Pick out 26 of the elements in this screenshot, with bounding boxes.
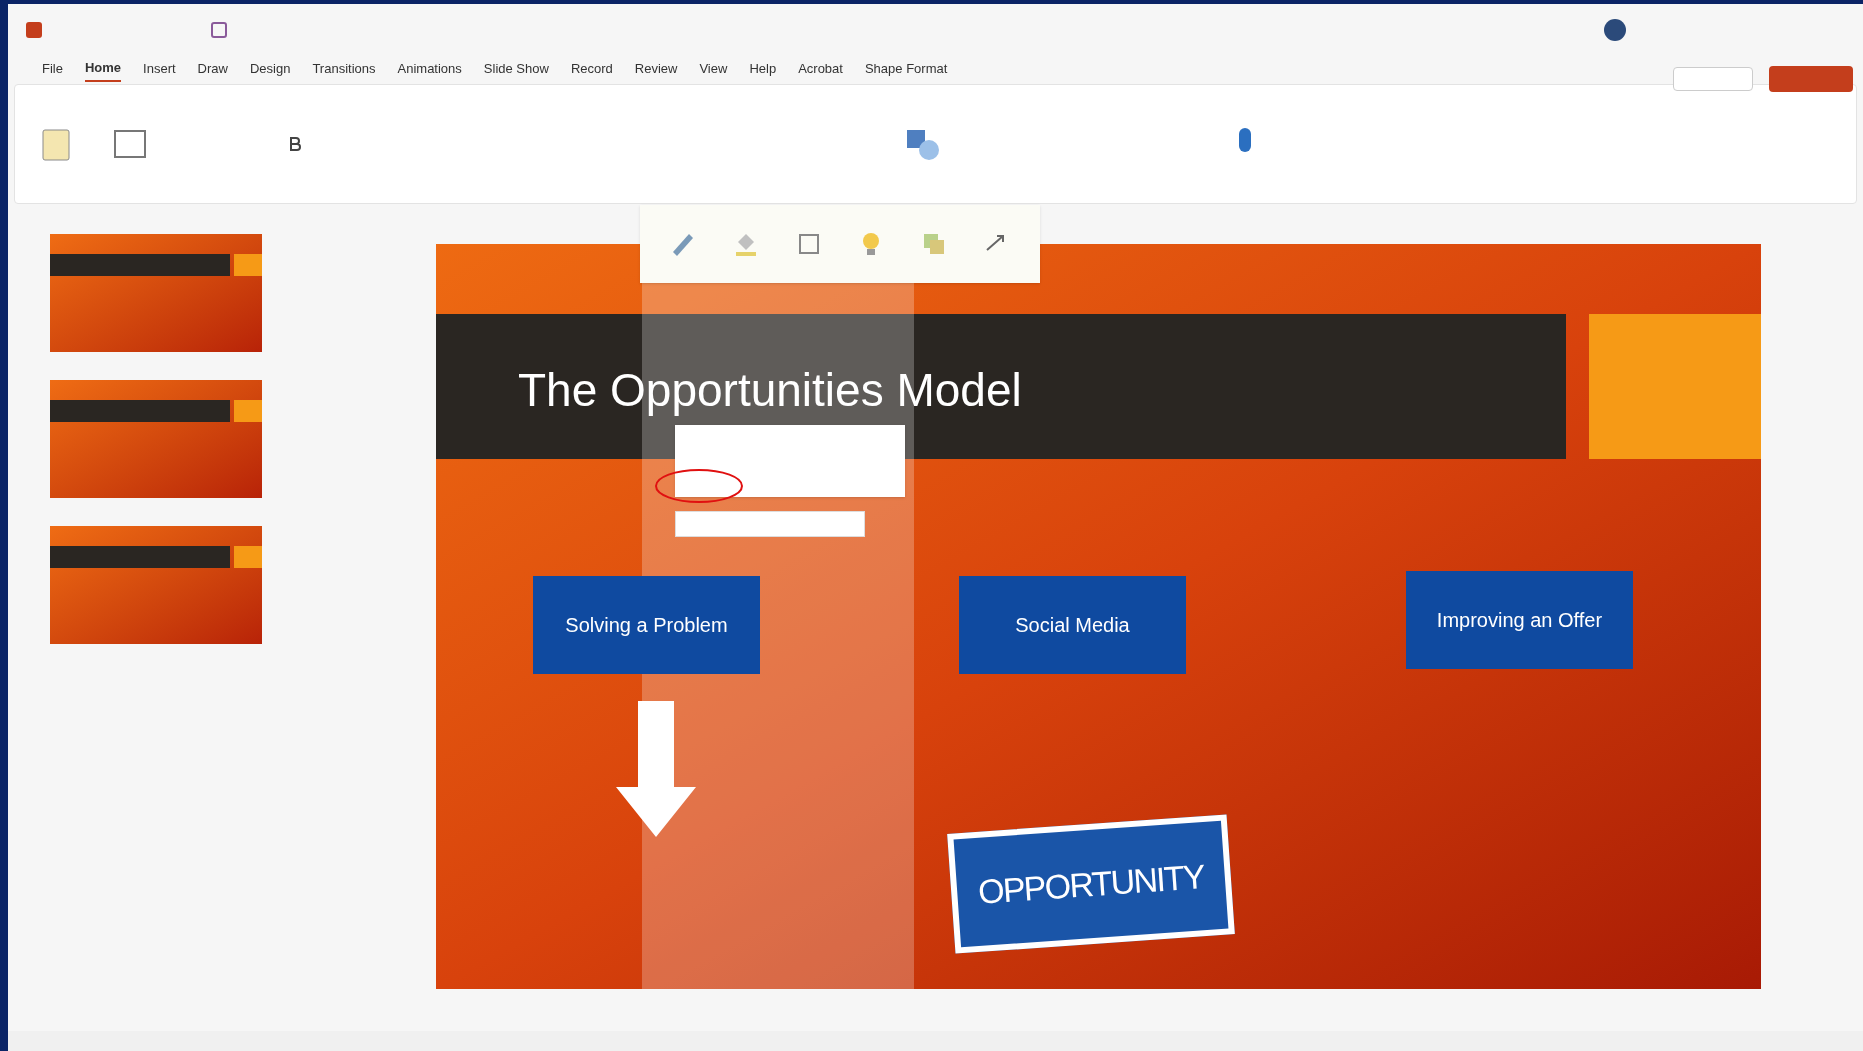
ribbon-tab[interactable]: Animations xyxy=(397,59,462,81)
slide-thumbnail[interactable] xyxy=(50,234,262,352)
slide-title: The Opportunities Model xyxy=(518,363,1022,418)
ribbon-tab[interactable]: Transitions xyxy=(312,59,376,81)
ribbon-tab[interactable]: Design xyxy=(249,59,291,81)
opportunity-stamp: OPPORTUNITY xyxy=(947,814,1235,954)
avatar-icon[interactable] xyxy=(1603,18,1627,42)
ribbon-tab[interactable]: View xyxy=(699,59,728,81)
ribbon-tab[interactable]: Record xyxy=(570,59,613,81)
text-box: Solving a Problem xyxy=(533,576,760,674)
ribbon-tab[interactable]: Insert xyxy=(143,59,176,81)
slide-thumbnail[interactable] xyxy=(50,526,262,644)
slide-thumbnail[interactable] xyxy=(50,380,262,498)
text-box: Social Media xyxy=(959,576,1186,674)
bold-icon[interactable] xyxy=(287,136,303,152)
ribbon-tab[interactable]: Draw xyxy=(197,59,228,81)
ribbon-tab[interactable]: Review xyxy=(634,59,678,81)
ribbon-tab[interactable]: Home xyxy=(84,58,122,82)
ribbon-tab[interactable]: Shape Format xyxy=(864,59,948,81)
app-icon xyxy=(24,20,44,40)
ribbon-tab[interactable]: Slide Show xyxy=(483,59,549,81)
text-box: Improving an Offer xyxy=(1406,571,1633,669)
ribbon-tab[interactable]: File xyxy=(42,59,63,81)
ribbon-tab[interactable]: Acrobat xyxy=(798,59,843,81)
input-field[interactable] xyxy=(675,511,865,537)
ribbon-tab[interactable]: Help xyxy=(749,59,777,81)
